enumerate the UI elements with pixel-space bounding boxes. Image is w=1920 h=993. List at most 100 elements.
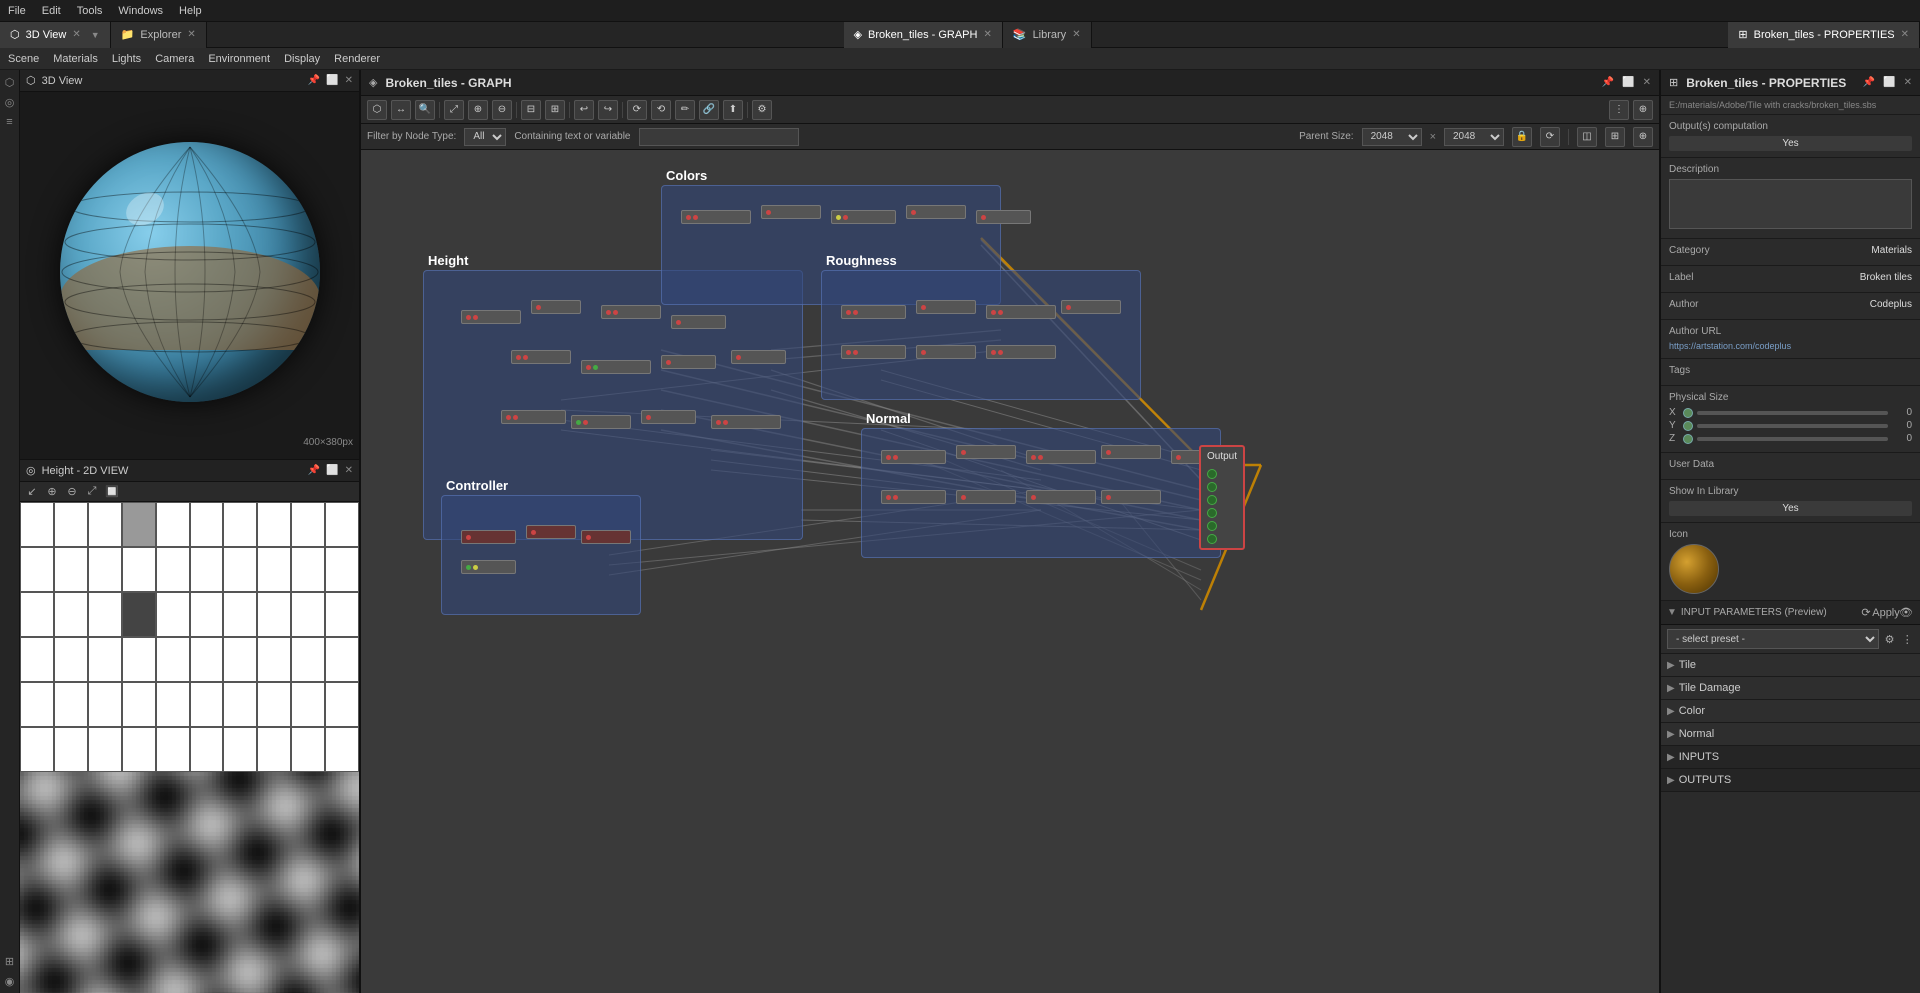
input-params-eye[interactable]: 👁 (1898, 605, 1914, 621)
node-h6[interactable] (581, 360, 651, 374)
view-2d-close[interactable]: ✕ (345, 465, 353, 476)
node-ro1[interactable] (841, 305, 906, 319)
node-h3[interactable] (601, 305, 661, 319)
node-h9[interactable] (501, 410, 566, 424)
parent-size-lock[interactable]: 🔒 (1512, 127, 1532, 147)
node-h7[interactable] (661, 355, 716, 369)
physical-y-slider-dot[interactable] (1683, 421, 1693, 431)
graph-tool-fit[interactable]: ⤢ (444, 100, 464, 120)
sidebar-icon-2[interactable]: ◎ (2, 94, 18, 110)
menu-edit[interactable]: Edit (42, 5, 61, 17)
view-2d-pin[interactable]: 📌 (308, 465, 320, 476)
tab-properties[interactable]: ⊞ Broken_tiles - PROPERTIES ✕ (1728, 22, 1920, 48)
view-3d-pin[interactable]: 📌 (308, 75, 320, 86)
graph-tool-align[interactable]: ⊟ (521, 100, 541, 120)
preset-settings[interactable]: ⚙ (1883, 631, 1897, 647)
inputs-header[interactable]: ▶ INPUTS (1661, 746, 1920, 768)
parent-size-y-select[interactable]: 2048 (1444, 128, 1504, 146)
node-h1[interactable] (461, 310, 521, 324)
props-maximize[interactable]: ⬜ (1883, 77, 1895, 88)
graph-tool-export[interactable]: ⬆ (723, 100, 743, 120)
node-ctrl2[interactable] (526, 525, 576, 539)
node-ro3[interactable] (986, 305, 1056, 319)
graph-tool-pan[interactable]: ↔ (391, 100, 411, 120)
param-group-color-header[interactable]: ▶ Color (1661, 700, 1920, 722)
node-ro4[interactable] (1061, 300, 1121, 314)
param-group-tile-damage-header[interactable]: ▶ Tile Damage (1661, 677, 1920, 699)
graph-tool-link[interactable]: 🔗 (699, 100, 719, 120)
toolbar-camera[interactable]: Camera (155, 53, 194, 65)
graph-view-mode-1[interactable]: ◫ (1577, 127, 1597, 147)
node-h8[interactable] (731, 350, 786, 364)
graph-canvas[interactable]: Height Colors Roughness Normal Controlle… (361, 150, 1659, 993)
toolbar-lights[interactable]: Lights (112, 53, 141, 65)
node-h11[interactable] (641, 410, 696, 424)
view-2d-tool-5[interactable]: 🔲 (104, 484, 120, 500)
graph-maximize[interactable]: ⬜ (1622, 77, 1634, 88)
preset-select[interactable]: - select preset - (1667, 629, 1879, 649)
view-3d-close[interactable]: ✕ (345, 75, 353, 86)
view-3d-maximize[interactable]: ⬜ (326, 75, 338, 86)
tab-graph[interactable]: ◈ Broken_tiles - GRAPH ✕ (844, 22, 1003, 48)
graph-tool-rotate[interactable]: ⟳ (627, 100, 647, 120)
param-group-tile-header[interactable]: ▶ Tile (1661, 654, 1920, 676)
node-n4[interactable] (1101, 445, 1161, 459)
node-n8[interactable] (1026, 490, 1096, 504)
node-ctrl4[interactable] (461, 560, 516, 574)
outputs-header[interactable]: ▶ OUTPUTS (1661, 769, 1920, 791)
graph-view-mode-3[interactable]: ⊕ (1633, 127, 1653, 147)
node-ro7[interactable] (986, 345, 1056, 359)
node-h12[interactable] (711, 415, 781, 429)
node-ro5[interactable] (841, 345, 906, 359)
graph-tool-select[interactable]: ⬡ (367, 100, 387, 120)
graph-tool-flip[interactable]: ⟲ (651, 100, 671, 120)
view-2d-maximize[interactable]: ⬜ (326, 465, 338, 476)
graph-pin[interactable]: 📌 (1602, 77, 1614, 88)
view-2d-tool-2[interactable]: ⊕ (44, 484, 60, 500)
sidebar-icon-1[interactable]: ⬡ (2, 74, 18, 90)
node-n7[interactable] (956, 490, 1016, 504)
tab-explorer[interactable]: 📁 Explorer ✕ (111, 22, 207, 48)
menu-windows[interactable]: Windows (118, 5, 163, 17)
node-n1[interactable] (881, 450, 946, 464)
view-2d-tool-4[interactable]: ⤢ (84, 484, 100, 500)
node-ctrl1[interactable] (461, 530, 516, 544)
tab-properties-close[interactable]: ✕ (1901, 29, 1909, 40)
tab-3d-view-close[interactable]: ✕ (72, 29, 80, 40)
props-pin[interactable]: 📌 (1863, 77, 1875, 88)
graph-tool-zoom[interactable]: 🔍 (415, 100, 435, 120)
description-textarea[interactable] (1669, 179, 1912, 229)
graph-tool-settings[interactable]: ⚙ (752, 100, 772, 120)
node-c3[interactable] (831, 210, 896, 224)
node-h10[interactable] (571, 415, 631, 429)
props-close[interactable]: ✕ (1904, 77, 1912, 88)
tab-graph-close[interactable]: ✕ (983, 29, 991, 40)
preset-more[interactable]: ⋮ (1900, 631, 1914, 647)
graph-tool-zoom-out[interactable]: ⊖ (492, 100, 512, 120)
parent-size-refresh[interactable]: ⟳ (1540, 127, 1560, 147)
toolbar-display[interactable]: Display (284, 53, 320, 65)
node-c2[interactable] (761, 205, 821, 219)
filter-text-input[interactable] (639, 128, 799, 146)
node-h5[interactable] (511, 350, 571, 364)
graph-tool-zoom-in[interactable]: ⊕ (468, 100, 488, 120)
output-node[interactable]: Output (1199, 445, 1245, 550)
param-group-normal-header[interactable]: ▶ Normal (1661, 723, 1920, 745)
tab-library-close[interactable]: ✕ (1072, 29, 1080, 40)
graph-tool-edit[interactable]: ✏ (675, 100, 695, 120)
node-h4[interactable] (671, 315, 726, 329)
menu-help[interactable]: Help (179, 5, 202, 17)
toolbar-scene[interactable]: Scene (8, 53, 39, 65)
toolbar-materials[interactable]: Materials (53, 53, 98, 65)
view-2d-tool-3[interactable]: ⊖ (64, 484, 80, 500)
physical-y-slider-track[interactable] (1697, 424, 1888, 428)
physical-z-slider-dot[interactable] (1683, 434, 1693, 444)
graph-close[interactable]: ✕ (1643, 77, 1651, 88)
node-ro2[interactable] (916, 300, 976, 314)
physical-x-slider-track[interactable] (1697, 411, 1888, 415)
node-n2[interactable] (956, 445, 1016, 459)
physical-x-slider-dot[interactable] (1683, 408, 1693, 418)
parent-size-x-select[interactable]: 2048 (1362, 128, 1422, 146)
toolbar-environment[interactable]: Environment (208, 53, 270, 65)
node-c5[interactable] (976, 210, 1031, 224)
